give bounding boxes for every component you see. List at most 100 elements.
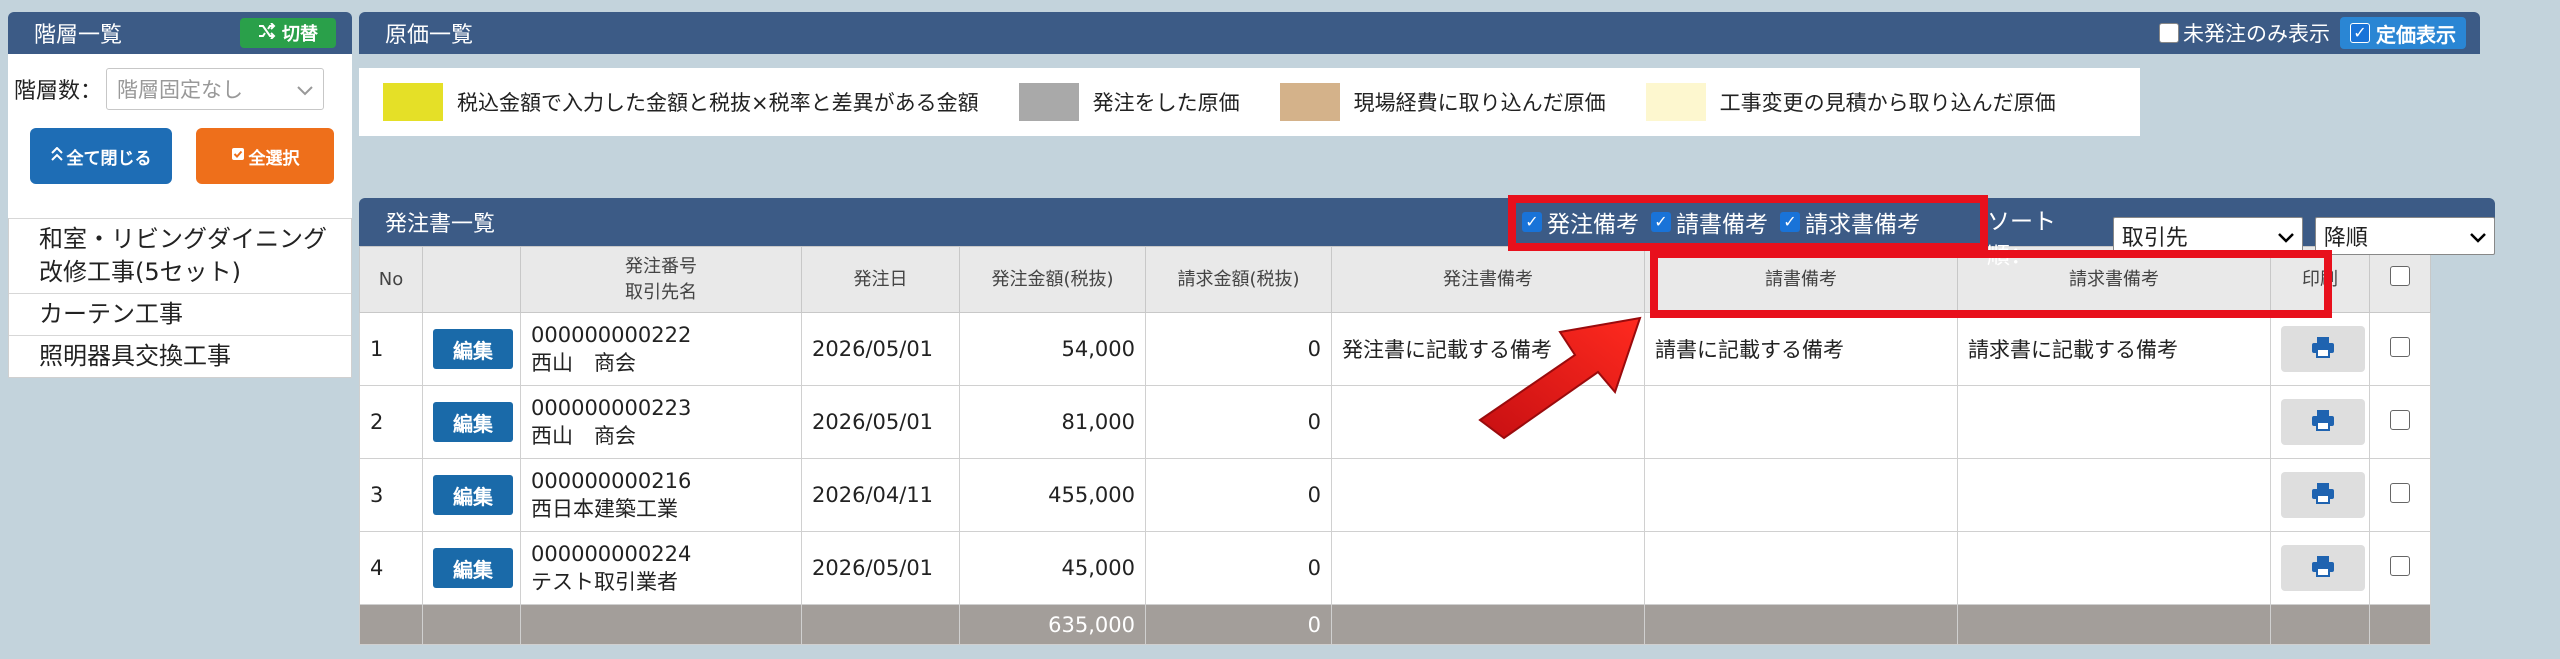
cell-vendor: テスト取引業者 <box>531 570 678 594</box>
cell-order-date: 2026/05/01 <box>801 312 960 386</box>
column-header-no: No <box>359 246 423 313</box>
legend-swatch <box>1645 83 1706 121</box>
sort-field-value: 取引先 <box>2121 226 2188 251</box>
hierarchy-tree: 和室・リビングダイニング改修工事(5セット) カーテン工事 照明器具交換工事 <box>8 218 352 378</box>
check-icon: ✓ <box>2350 23 2370 43</box>
level-select-value: 階層固定なし <box>117 78 244 102</box>
cell-order-vendor: 000000000223 西山 商会 <box>520 385 802 459</box>
cell-edit: 編集 <box>422 312 521 386</box>
table-row: 4 編集 000000000224 テスト取引業者 2026/05/01 45,… <box>359 531 2431 605</box>
cell-order-amount: 81,000 <box>959 385 1146 459</box>
order-list-title: 発注書一覧 <box>385 212 496 237</box>
cell-order-amount: 54,000 <box>959 312 1146 386</box>
print-button[interactable] <box>2281 472 2365 518</box>
cell-order-amount: 45,000 <box>959 531 1146 605</box>
collapse-all-button[interactable]: 全て閉じる <box>30 128 172 184</box>
column-header-edit <box>422 246 521 313</box>
cell-invoice-amount: 0 <box>1145 458 1332 532</box>
annotation-arrow-icon <box>1478 316 1642 440</box>
cell-vendor: 西日本建築工業 <box>531 497 678 521</box>
cell-no: 2 <box>359 385 423 459</box>
tree-item[interactable]: 和室・リビングダイニング改修工事(5セット) <box>9 218 351 293</box>
row-checkbox[interactable] <box>2390 409 2410 430</box>
cell-edit: 編集 <box>422 531 521 605</box>
cell-select <box>2369 385 2431 459</box>
printer-icon <box>2311 555 2335 582</box>
legend-item: 発注をした原価 <box>1018 83 1240 121</box>
cell-edit: 編集 <box>422 458 521 532</box>
cell-order-vendor: 000000000216 西日本建築工業 <box>520 458 802 532</box>
switch-button-label: 切替 <box>282 24 318 45</box>
legend-swatch <box>1018 83 1079 121</box>
cell-acceptance-note: 請書に記載する備考 <box>1644 312 1958 386</box>
column-header-invoice-amount: 請求金額(税抜) <box>1145 246 1332 313</box>
cell-invoice-note <box>1957 458 2271 532</box>
cell-select <box>2369 458 2431 532</box>
collapse-icon <box>50 146 63 166</box>
cell-order-date: 2026/05/01 <box>801 531 960 605</box>
cell-invoice-note <box>1957 385 2271 459</box>
switch-button[interactable]: 切替 <box>240 18 336 48</box>
legend-item: 税込金額で入力した金額と税抜×税率と差異がある金額 <box>383 83 979 121</box>
column-header-order-date: 発注日 <box>801 246 960 313</box>
unordered-only-checkbox[interactable] <box>2159 23 2179 43</box>
column-header-order-note: 発注書備考 <box>1331 246 1645 313</box>
cell-select <box>2369 312 2431 386</box>
cell-order-note <box>1331 458 1645 532</box>
print-button[interactable] <box>2281 326 2365 372</box>
unordered-only-toggle[interactable]: 未発注のみ表示 <box>2159 18 2330 48</box>
cell-acceptance-note <box>1644 458 1958 532</box>
cell-vendor: 西山 商会 <box>531 424 636 448</box>
edit-button[interactable]: 編集 <box>433 402 513 442</box>
tree-item[interactable]: 照明器具交換工事 <box>9 335 351 377</box>
hierarchy-panel-header: 階層一覧 切替 <box>8 12 352 54</box>
printer-icon <box>2311 336 2335 363</box>
table-row: 1 編集 000000000222 西山 商会 2026/05/01 54,00… <box>359 312 2431 386</box>
print-button[interactable] <box>2281 545 2365 591</box>
cell-print <box>2270 531 2370 605</box>
cell-acceptance-note <box>1644 385 1958 459</box>
legend-swatch <box>1279 83 1340 121</box>
row-checkbox[interactable] <box>2390 555 2410 576</box>
legend-label: 工事変更の見積から取り込んだ原価 <box>1719 91 2056 115</box>
cell-edit: 編集 <box>422 385 521 459</box>
cell-order-amount: 455,000 <box>959 458 1146 532</box>
level-select[interactable]: 階層固定なし <box>106 68 325 110</box>
printer-icon <box>2311 482 2335 509</box>
sort-direction-select[interactable]: 降順 <box>2314 217 2495 255</box>
total-invoice-amount: 0 <box>1145 604 1332 645</box>
collapse-all-label: 全て閉じる <box>66 148 152 169</box>
cell-order-vendor: 000000000222 西山 商会 <box>520 312 802 386</box>
legend-label: 現場経費に取り込んだ原価 <box>1353 91 1606 115</box>
cell-order-note <box>1331 531 1645 605</box>
total-row: 635,000 0 <box>359 604 2431 645</box>
cell-print <box>2270 385 2370 459</box>
edit-button[interactable]: 編集 <box>433 475 513 515</box>
hierarchy-panel-title: 階層一覧 <box>34 23 123 48</box>
cell-invoice-note <box>1957 531 2271 605</box>
cell-order-no: 000000000222 <box>531 323 692 347</box>
row-checkbox[interactable] <box>2390 482 2410 503</box>
cell-invoice-amount: 0 <box>1145 385 1332 459</box>
list-price-label: 定価表示 <box>2376 22 2456 47</box>
chevron-down-icon <box>2470 224 2486 249</box>
cell-order-date: 2026/04/11 <box>801 458 960 532</box>
tree-item[interactable]: カーテン工事 <box>9 293 351 335</box>
legend-label: 税込金額で入力した金額と税抜×税率と差異がある金額 <box>457 91 979 115</box>
edit-button[interactable]: 編集 <box>433 329 513 369</box>
table-row: 2 編集 000000000223 西山 商会 2026/05/01 81,00… <box>359 385 2431 459</box>
cell-order-date: 2026/05/01 <box>801 385 960 459</box>
total-order-amount: 635,000 <box>959 604 1146 645</box>
color-legend: 税込金額で入力した金額と税抜×税率と差異がある金額 発注をした原価 現場経費に取… <box>359 68 2140 136</box>
cell-invoice-amount: 0 <box>1145 531 1332 605</box>
cost-panel-header: 原価一覧 未発注のみ表示 ✓ 定価表示 <box>359 12 2480 54</box>
column-header-vendor: 取引先名 <box>625 281 697 303</box>
row-checkbox[interactable] <box>2390 336 2410 357</box>
shuffle-icon <box>258 21 276 44</box>
edit-button[interactable]: 編集 <box>433 548 513 588</box>
select-all-button[interactable]: 全選択 <box>196 128 334 184</box>
list-price-toggle[interactable]: ✓ 定価表示 <box>2340 17 2466 49</box>
print-button[interactable] <box>2281 399 2365 445</box>
legend-swatch <box>383 83 443 121</box>
hierarchy-controls: 階層数： 階層固定なし 全て閉じる 全選択 <box>8 54 352 218</box>
